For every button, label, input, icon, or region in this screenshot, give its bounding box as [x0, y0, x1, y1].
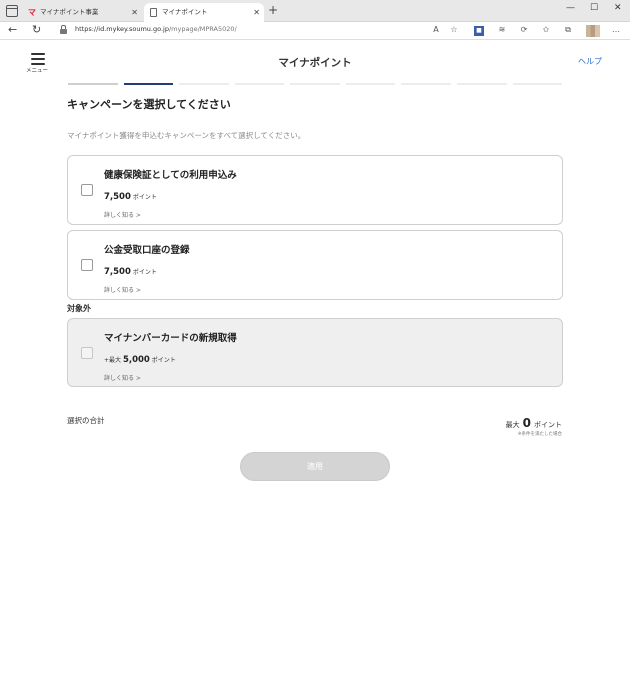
browser-tab-mynapoint-jigyo[interactable]: マ マイナポイント事業 ✕	[22, 3, 142, 22]
campaign-checkbox[interactable]	[81, 259, 93, 271]
step-segment-9	[512, 83, 563, 85]
tab-actions-icon[interactable]	[6, 5, 18, 17]
campaign-title: 公金受取口座の登録	[104, 245, 190, 256]
points-value: 7,500	[104, 192, 131, 202]
total-label: 選択の合計	[67, 416, 105, 425]
extension-icon[interactable]: ■	[474, 26, 484, 36]
campaign-card-health-insurance[interactable]: 健康保険証としての利用申込み 7,500 ポイント 詳しく知る >	[67, 155, 563, 225]
extension-2-icon[interactable]: ≋	[496, 25, 508, 34]
collections-icon[interactable]: ⧉	[562, 25, 574, 35]
step-segment-3	[179, 83, 229, 85]
url-field[interactable]: https://id.mykey.soumu.go.jp/mypage/MPRA…	[75, 25, 237, 33]
apply-button[interactable]: 適用	[240, 452, 390, 481]
campaign-card-public-account[interactable]: 公金受取口座の登録 7,500 ポイント 詳しく知る >	[67, 230, 563, 300]
minimize-icon[interactable]: —	[566, 3, 575, 13]
learn-more-link[interactable]: 詳しく知る >	[104, 373, 141, 382]
campaign-points: +最大 5,000 ポイント	[104, 355, 176, 365]
profile-avatar-icon[interactable]	[586, 25, 600, 37]
campaign-title: 健康保険証としての利用申込み	[104, 170, 237, 181]
lead-text: マイナポイント獲得を申込むキャンペーンをすべて選択してください。	[67, 131, 306, 140]
campaign-points: 7,500 ポイント	[104, 267, 157, 277]
page-title: マイナポイント	[278, 57, 352, 69]
browser-tab-bar: マ マイナポイント事業 ✕ マイナポイント ✕ + — ☐ ✕	[0, 0, 630, 22]
total-note: ※条件を満たした場合	[517, 432, 562, 437]
total-points: 最大 0 ポイント	[506, 416, 562, 430]
page-icon	[150, 8, 157, 17]
mynapoint-logo-icon: マ	[28, 8, 36, 17]
close-tab-icon[interactable]: ✕	[253, 3, 260, 22]
points-unit: ポイント	[151, 357, 176, 364]
tab-title: マイナポイント事業	[40, 8, 99, 16]
campaign-checkbox-disabled	[81, 347, 93, 359]
help-link[interactable]: ヘルプ	[578, 56, 602, 67]
read-aloud-icon[interactable]: A	[430, 25, 442, 34]
step-segment-2	[123, 83, 174, 85]
points-value: 5,000	[122, 355, 150, 365]
campaign-checkbox[interactable]	[81, 184, 93, 196]
total-value: 0	[522, 416, 531, 430]
excluded-section-label: 対象外	[67, 304, 91, 313]
learn-more-link[interactable]: 詳しく知る >	[104, 285, 141, 294]
maximize-icon[interactable]: ☐	[590, 3, 598, 13]
total-prefix: 最大	[505, 421, 520, 429]
add-favorite-icon[interactable]: ☆	[448, 25, 460, 34]
step-segment-8	[456, 83, 507, 85]
step-progress	[68, 83, 563, 86]
more-menu-icon[interactable]: …	[610, 25, 622, 34]
total-unit: ポイント	[534, 421, 562, 429]
extension-3-icon[interactable]: ⟳	[518, 25, 530, 34]
campaign-points: 7,500 ポイント	[104, 192, 157, 202]
campaign-title: マイナンバーカードの新規取得	[104, 333, 237, 344]
step-segment-5	[290, 83, 340, 85]
new-tab-icon[interactable]: +	[268, 3, 278, 17]
points-value: 7,500	[104, 267, 131, 277]
step-segment-6	[345, 83, 396, 85]
step-segment-7	[401, 83, 451, 85]
url-path: /mypage/MPRA5020/	[168, 25, 237, 33]
learn-more-link[interactable]: 詳しく知る >	[104, 210, 141, 219]
browser-tab-mynapoint[interactable]: マイナポイント ✕	[144, 3, 264, 22]
favorites-icon[interactable]: ✩	[540, 25, 552, 34]
back-icon[interactable]: ←	[8, 23, 17, 36]
points-prefix: +最大	[104, 357, 122, 364]
section-heading: キャンペーンを選択してください	[67, 98, 231, 111]
points-unit: ポイント	[132, 194, 157, 201]
tab-title: マイナポイント	[162, 8, 208, 16]
campaign-card-new-card: マイナンバーカードの新規取得 +最大 5,000 ポイント 詳しく知る >	[67, 318, 563, 387]
lock-icon[interactable]	[60, 25, 67, 34]
close-tab-icon[interactable]: ✕	[131, 3, 138, 22]
points-unit: ポイント	[132, 269, 157, 276]
step-segment-4	[234, 83, 285, 85]
refresh-icon[interactable]: ↻	[32, 23, 41, 36]
browser-address-bar: ← ↻ https://id.mykey.soumu.go.jp/mypage/…	[0, 22, 630, 40]
step-segment-1	[68, 83, 118, 85]
url-host: https://id.mykey.soumu.go.jp	[75, 25, 169, 33]
close-window-icon[interactable]: ✕	[614, 3, 622, 13]
